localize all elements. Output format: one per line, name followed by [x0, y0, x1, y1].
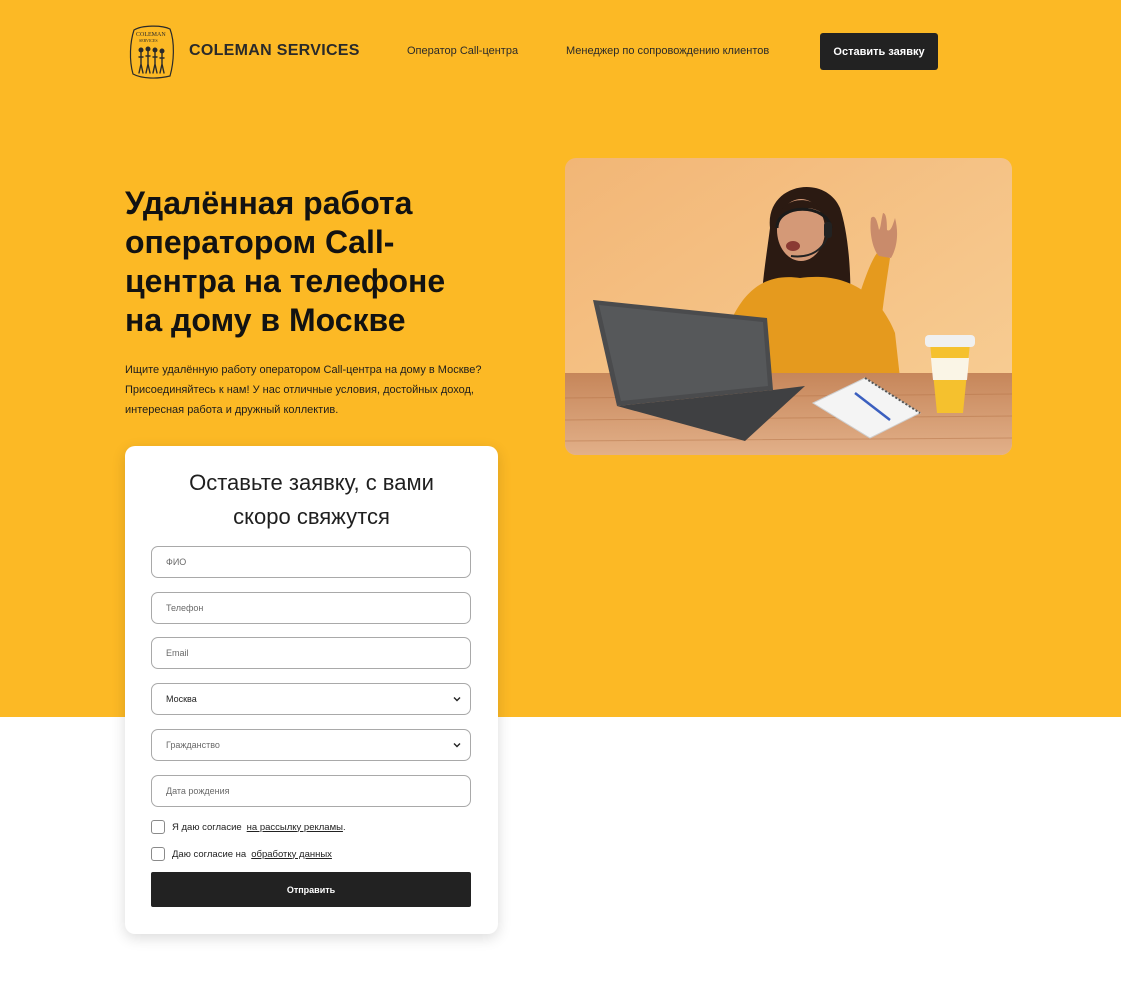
consent-data-label: Даю согласие на — [172, 848, 247, 860]
brand-name[interactable]: COLEMAN SERVICES — [189, 42, 360, 60]
nav-link-client-manager[interactable]: Менеджер по сопровождению клиентов — [566, 45, 769, 57]
consent-ads-link[interactable]: на рассылку рекламы — [247, 822, 343, 833]
consent-data-row: Даю согласие на обработку данных — [151, 847, 332, 861]
citizenship-select-placeholder: Гражданство — [166, 740, 220, 750]
birthdate-input[interactable] — [151, 775, 471, 807]
chevron-down-icon — [453, 743, 461, 748]
application-form-card: Оставьте заявку, с вами скоро свяжутся М… — [125, 446, 498, 934]
hero-photo — [565, 158, 1012, 455]
hero-description: Ищите удалённую работу оператором Call-ц… — [125, 364, 482, 416]
citizenship-select[interactable]: Гражданство — [151, 729, 471, 761]
consent-ads-label: Я даю согласие — [172, 821, 242, 833]
consent-ads-checkbox[interactable] — [151, 820, 165, 834]
svg-text:SERVICES: SERVICES — [139, 38, 158, 43]
email-input[interactable] — [151, 637, 471, 669]
consent-data-link[interactable]: обработку данных — [251, 849, 332, 860]
chevron-down-icon — [453, 697, 461, 702]
header-apply-button[interactable]: Оставить заявку — [820, 33, 938, 70]
name-input[interactable] — [151, 546, 471, 578]
form-title: Оставьте заявку, с вами скоро свяжутся — [189, 470, 434, 529]
coleman-logo-icon[interactable]: COLEMAN SERVICES — [128, 24, 176, 80]
consent-ads-row: Я даю согласие на рассылку рекламы . — [151, 820, 346, 834]
hero-title: Удалённая работа оператором Call-центра … — [125, 185, 446, 338]
phone-input[interactable] — [151, 592, 471, 624]
consent-data-checkbox[interactable] — [151, 847, 165, 861]
city-select-value: Москва — [166, 694, 197, 704]
nav-link-call-center-operator[interactable]: Оператор Call-центра — [407, 45, 518, 57]
submit-button[interactable]: Отправить — [151, 872, 471, 907]
city-select[interactable]: Москва — [151, 683, 471, 715]
consent-ads-suffix: . — [342, 821, 346, 833]
